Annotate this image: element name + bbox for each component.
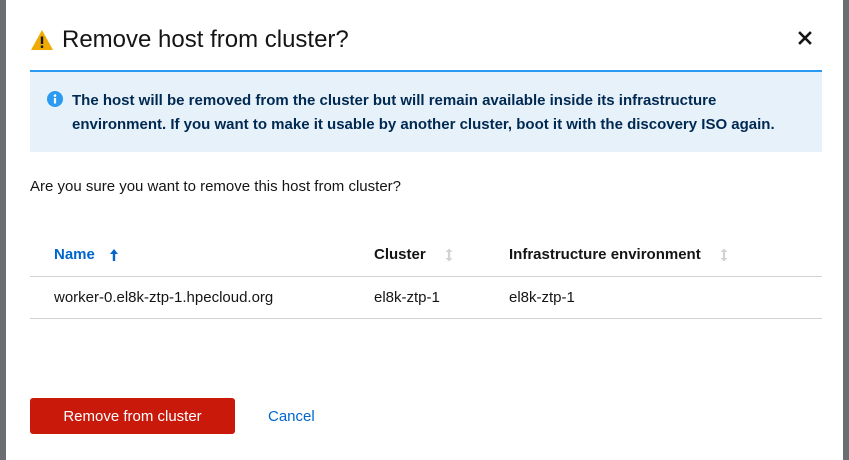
sort-ascending-icon bbox=[109, 248, 119, 262]
hosts-table: Name Cluster Infrastructure environment bbox=[30, 236, 822, 319]
cancel-button[interactable]: Cancel bbox=[256, 398, 327, 434]
remove-host-modal: Remove host from cluster? The host will … bbox=[6, 0, 843, 460]
table-header-row: Name Cluster Infrastructure environment bbox=[30, 236, 822, 277]
confirmation-question: Are you sure you want to remove this hos… bbox=[30, 178, 401, 195]
column-header-infrastructure-environment[interactable]: Infrastructure environment bbox=[509, 246, 729, 263]
sort-icon bbox=[444, 248, 454, 262]
close-icon bbox=[798, 31, 812, 45]
alert-message: The host will be removed from the cluste… bbox=[72, 92, 775, 133]
info-circle-icon bbox=[47, 91, 63, 107]
warning-triangle-icon bbox=[30, 29, 54, 51]
infrastructure-environment-cell: el8k-ztp-1 bbox=[509, 289, 575, 306]
sort-icon bbox=[719, 248, 729, 262]
table-row: worker-0.el8k-ztp-1.hpecloud.org el8k-zt… bbox=[30, 277, 822, 319]
info-alert: The host will be removed from the cluste… bbox=[30, 70, 822, 152]
cluster-cell: el8k-ztp-1 bbox=[374, 289, 440, 306]
modal-header: Remove host from cluster? bbox=[30, 24, 349, 56]
column-header-name[interactable]: Name bbox=[54, 246, 119, 263]
host-name-cell: worker-0.el8k-ztp-1.hpecloud.org bbox=[54, 289, 274, 306]
modal-title: Remove host from cluster? bbox=[62, 26, 349, 53]
close-button[interactable] bbox=[797, 30, 813, 46]
column-header-cluster[interactable]: Cluster bbox=[374, 246, 454, 263]
remove-from-cluster-button[interactable]: Remove from cluster bbox=[30, 398, 235, 434]
